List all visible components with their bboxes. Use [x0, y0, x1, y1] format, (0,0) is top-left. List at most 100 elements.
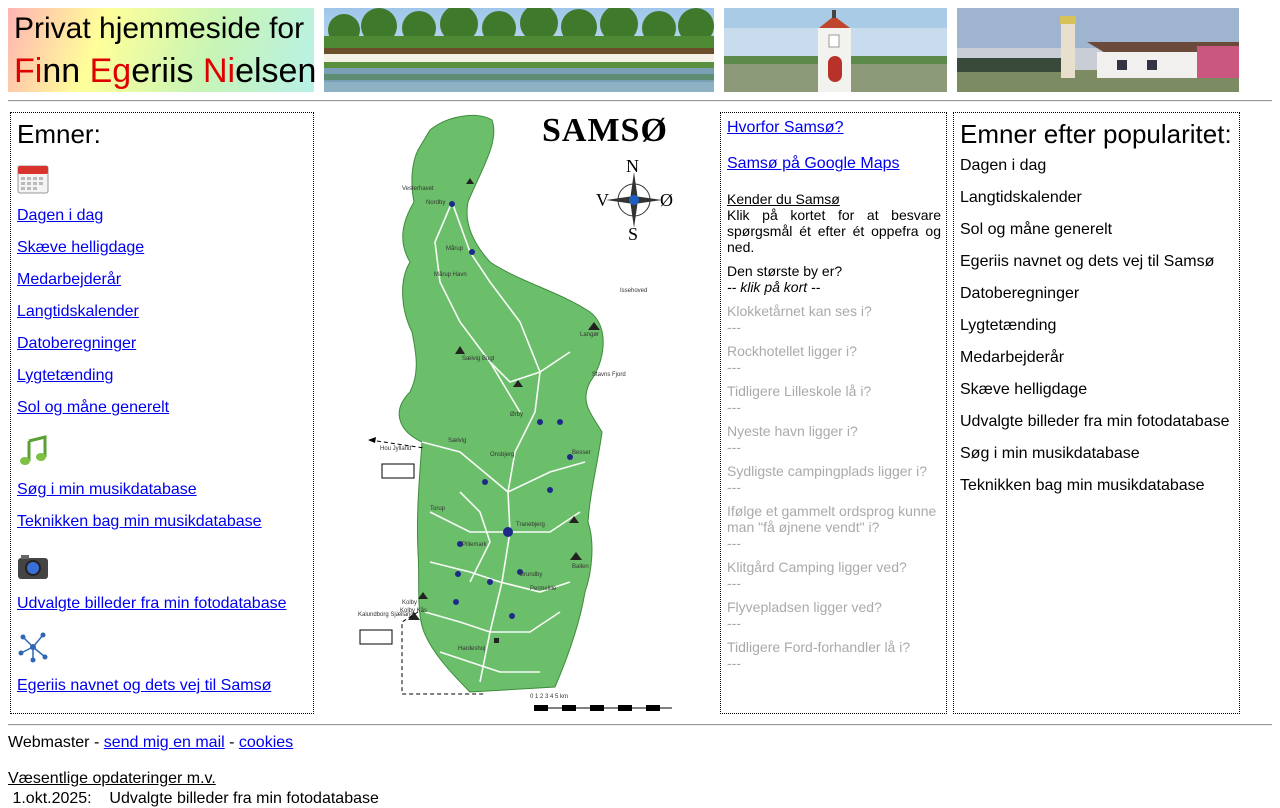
- footer-divider: [8, 724, 1272, 726]
- place-label: Hou Jylland: [380, 446, 412, 452]
- quiz-answer: ---: [727, 479, 741, 495]
- place-label: Besser: [572, 450, 591, 456]
- webmaster-line: Webmaster - send mig en mail - cookies: [8, 734, 293, 752]
- quiz-answer: ---: [727, 655, 741, 671]
- music-note-icon: [20, 435, 47, 465]
- place-label: Sælvig: [448, 438, 467, 444]
- place-label: Brundby: [520, 572, 543, 578]
- place-label: Hardeshoj: [458, 646, 486, 652]
- place-label: Onsbjerg: [490, 452, 515, 458]
- place-label: Kolby: [402, 600, 418, 606]
- place-label: Mårup: [446, 246, 464, 252]
- popular-item: Langtidskalender: [960, 189, 1082, 206]
- name-part: nn: [42, 52, 90, 90]
- footer-separator: -: [224, 734, 239, 751]
- name-part: Fi: [14, 52, 43, 90]
- site-title-line1: Privat hjemmeside for: [14, 12, 305, 45]
- topics-heading: Emner:: [17, 119, 101, 149]
- quiz-heading: Kender du Samsø: [727, 191, 840, 207]
- webmaster-label: Webmaster -: [8, 734, 104, 751]
- popular-item: Datoberegninger: [960, 285, 1080, 302]
- name-part: elsen: [235, 52, 317, 90]
- quiz-answer: ---: [727, 575, 741, 591]
- header-divider: [8, 100, 1272, 102]
- place-label: Torup: [430, 506, 446, 512]
- quiz-question: Sydligste campingplads ligger i?: [727, 463, 927, 479]
- quiz-question: Klokketårnet kan ses i?: [727, 303, 872, 319]
- family-tree-icon: [18, 632, 48, 663]
- quiz-question: Tidligere Lilleskole lå i?: [727, 383, 872, 399]
- place-label: Nordby: [426, 200, 446, 206]
- quiz-question: Tidligere Ford-forhandler lå i?: [727, 639, 911, 655]
- topic-link-dagen-i-dag[interactable]: Dagen i dag: [17, 207, 103, 225]
- topic-link-fotodatabase[interactable]: Udvalgte billeder fra min fotodatabase: [17, 595, 287, 613]
- topic-link-datoberegninger[interactable]: Datoberegninger: [17, 335, 136, 353]
- popular-item: Lygtetænding: [960, 317, 1057, 334]
- header-photo-chapel: [724, 8, 947, 92]
- place-label: Ørby: [510, 412, 524, 418]
- popular-item: Dagen i dag: [960, 157, 1047, 174]
- name-part: eriis: [131, 52, 203, 90]
- place-label: Langør: [580, 332, 600, 338]
- place-label: Sælvig Bugt: [462, 356, 495, 362]
- update-line: 1.okt.2025: Udvalgte billeder fra min fo…: [8, 790, 379, 807]
- place-label: Mårup Havn: [434, 272, 467, 278]
- place-label: Stavns Fjord: [592, 372, 626, 378]
- quiz-answer: ---: [727, 359, 741, 375]
- cookies-link[interactable]: cookies: [239, 734, 293, 751]
- popular-item: Sol og måne generelt: [960, 221, 1113, 238]
- quiz-instructions: Klik på kortet for at besvare spørgsmål …: [727, 207, 941, 255]
- topic-link-sol-og-maane[interactable]: Sol og måne generelt: [17, 399, 169, 417]
- site-title: Privat hjemmeside for Finn Egeriis Niels…: [8, 8, 316, 92]
- header-photo-lighthouse: [957, 8, 1239, 92]
- quiz-question: Klitgård Camping ligger ved?: [727, 559, 907, 575]
- quiz-active-hint: -- klik på kort --: [727, 279, 821, 295]
- quiz-answer: ---: [727, 439, 741, 455]
- popular-item: Teknikken bag min musikdatabase: [960, 477, 1205, 494]
- popular-item: Skæve helligdage: [960, 381, 1088, 398]
- place-label: Issehoved: [620, 288, 648, 294]
- why-samso-link[interactable]: Hvorfor Samsø?: [727, 119, 941, 137]
- place-label: Tranebjerg: [516, 522, 545, 528]
- popularity-panel: Emner efter popularitet: Dagen i dag Lan…: [953, 112, 1240, 714]
- map-place-labels: Nordby Mårup Mårup Havn Langør Onsbjerg …: [340, 112, 685, 714]
- popular-item: Udvalgte billeder fra min fotodatabase: [960, 413, 1230, 430]
- topic-link-teknikken-musikdatabase[interactable]: Teknikken bag min musikdatabase: [17, 513, 262, 531]
- place-label: Pillemark: [462, 542, 487, 548]
- topic-link-medarbejderaar[interactable]: Medarbejderår: [17, 271, 121, 289]
- name-part: Eg: [89, 52, 132, 90]
- header-photo-village-pond: [324, 8, 714, 92]
- google-maps-link[interactable]: Samsø på Google Maps: [727, 155, 941, 173]
- popular-item: Egeriis navnet og dets vej til Samsø: [960, 253, 1215, 270]
- place-label: Vesterhavet: [402, 186, 434, 192]
- quiz-panel: Hvorfor Samsø? Samsø på Google Maps Kend…: [720, 112, 947, 714]
- topic-link-musikdatabase[interactable]: Søg i min musikdatabase: [17, 481, 197, 499]
- quiz-question: Nyeste havn ligger i?: [727, 423, 858, 439]
- quiz-answer: ---: [727, 615, 741, 631]
- samso-map[interactable]: SAMSØ N S V Ø Nordby Mårup Mårup Havn La…: [340, 112, 685, 714]
- quiz-active-question: Den største by er?: [727, 263, 843, 279]
- topic-link-langtidskalender[interactable]: Langtidskalender: [17, 303, 139, 321]
- quiz-question: Flyvepladsen ligger ved?: [727, 599, 882, 615]
- updates-heading: Væsentlige opdateringer m.v.: [8, 770, 216, 787]
- map-scale-label: 0 1 2 3 4 5 km: [530, 694, 569, 700]
- quiz-answer: ---: [727, 399, 741, 415]
- quiz-question: Ifølge et gammelt ordsprog kunne man "få…: [727, 503, 937, 535]
- place-label: Permelille: [530, 586, 557, 592]
- camera-icon: [18, 555, 48, 579]
- name-part: Ni: [202, 52, 236, 90]
- popular-item: Medarbejderår: [960, 349, 1065, 366]
- place-label: Ballen: [572, 564, 589, 570]
- send-mail-link[interactable]: send mig en mail: [104, 734, 225, 751]
- topic-link-lygtetaending[interactable]: Lygtetænding: [17, 367, 113, 385]
- topic-link-egeriis-navnet[interactable]: Egeriis navnet og dets vej til Samsø: [17, 677, 271, 695]
- calendar-icon: [17, 165, 49, 194]
- site-title-name: Finn Egeriis Nielsen: [14, 52, 316, 91]
- place-label: Kalundborg Sjælland: [358, 612, 414, 618]
- topic-link-skaeve-helligdage[interactable]: Skæve helligdage: [17, 239, 144, 257]
- quiz-answer: ---: [727, 535, 741, 551]
- quiz-answer: ---: [727, 319, 741, 335]
- quiz-question: Rockhotellet ligger i?: [727, 343, 857, 359]
- popularity-heading: Emner efter popularitet:: [960, 119, 1232, 149]
- popular-item: Søg i min musikdatabase: [960, 445, 1140, 462]
